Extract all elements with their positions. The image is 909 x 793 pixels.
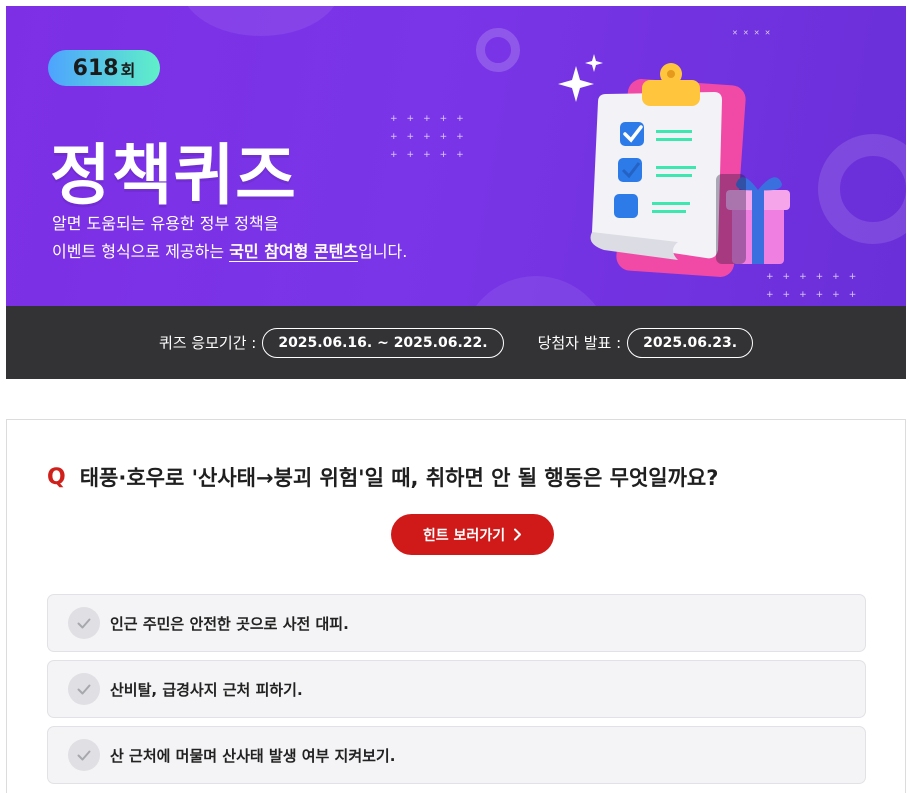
announce-date-value: 2025.06.23. bbox=[627, 327, 754, 358]
hint-button-label: 힌트 보러가기 bbox=[422, 527, 506, 544]
banner-desc-highlight: 국민 참여형 콘텐츠 bbox=[229, 242, 359, 262]
quiz-banner: +++++ +++++ +++++ ++++++ ++++++ ✕✕✕✕ 618 회 … bbox=[6, 6, 906, 306]
answer-option-2[interactable]: 산비탈, 급경사지 근처 피하기. bbox=[47, 660, 866, 718]
banner-description: 알면 도움되는 유용한 정부 정책을 이벤트 형식으로 제공하는 국민 참여형 … bbox=[52, 210, 407, 266]
answer-option-text: 산 근처에 머물며 산사태 발생 여부 지켜보기. bbox=[110, 746, 396, 765]
clipboard-checklist-gift-illustration bbox=[558, 54, 790, 277]
answer-option-text: 인근 주민은 안전한 곳으로 사전 대피. bbox=[110, 614, 349, 633]
decor-dots: ✕✕✕✕ bbox=[732, 29, 776, 37]
hint-button[interactable]: 힌트 보러가기 bbox=[391, 514, 554, 555]
chevron-right-icon bbox=[514, 528, 522, 541]
decor-circle bbox=[181, 6, 341, 36]
answer-option-1[interactable]: 인근 주민은 안전한 곳으로 사전 대피. bbox=[47, 594, 866, 652]
decor-ring bbox=[476, 28, 520, 72]
episode-badge: 618 회 bbox=[48, 50, 160, 86]
decor-ring bbox=[818, 134, 906, 244]
banner-desc-line2: 이벤트 형식으로 제공하는 국민 참여형 콘텐츠입니다. bbox=[52, 238, 407, 266]
quiz-period-bar: 퀴즈 응모기간 : 2025.06.16. ~ 2025.06.22. 당첨자 … bbox=[6, 306, 906, 379]
banner-desc-line1: 알면 도움되는 유용한 정부 정책을 bbox=[52, 214, 279, 233]
apply-period-label: 퀴즈 응모기간 : bbox=[158, 334, 257, 352]
page-title: 정책퀴즈 bbox=[50, 137, 297, 214]
check-icon bbox=[68, 673, 100, 705]
quiz-card: Q 태풍·호우로 '산사태→붕괴 위험'일 때, 취하면 안 될 행동은 무엇일… bbox=[6, 419, 906, 793]
quiz-question: Q 태풍·호우로 '산사태→붕괴 위험'일 때, 취하면 안 될 행동은 무엇일… bbox=[47, 462, 718, 492]
question-text: 태풍·호우로 '산사태→붕괴 위험'일 때, 취하면 안 될 행동은 무엇일까요… bbox=[79, 466, 719, 490]
banner-desc-suffix: 입니다. bbox=[358, 242, 408, 261]
decor-dots: +++++ +++++ +++++ bbox=[390, 114, 473, 160]
announce-date-label: 당첨자 발표 : bbox=[537, 334, 622, 352]
episode-unit: 회 bbox=[120, 61, 136, 80]
answer-option-3[interactable]: 산 근처에 머물며 산사태 발생 여부 지켜보기. bbox=[47, 726, 866, 784]
check-icon bbox=[68, 607, 100, 639]
banner-desc-prefix: 이벤트 형식으로 제공하는 bbox=[52, 242, 230, 261]
answer-option-text: 산비탈, 급경사지 근처 피하기. bbox=[110, 680, 303, 699]
check-icon bbox=[68, 739, 100, 771]
apply-period-value: 2025.06.16. ~ 2025.06.22. bbox=[262, 327, 504, 358]
question-mark-label: Q bbox=[47, 464, 66, 490]
episode-number: 618 bbox=[72, 55, 119, 81]
